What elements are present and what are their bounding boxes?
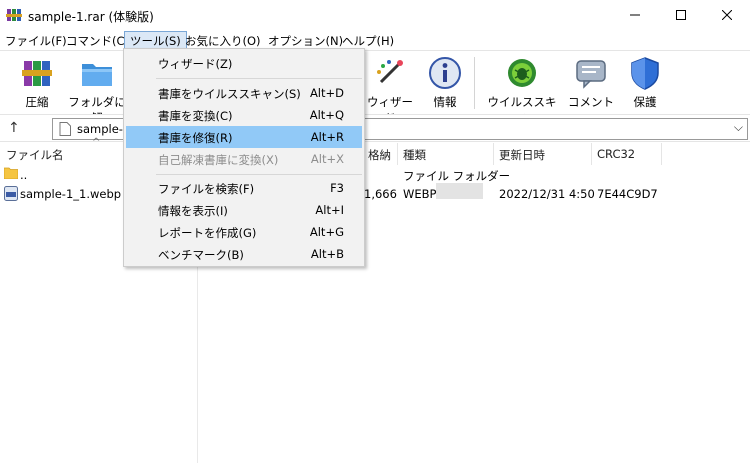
file-name: .. xyxy=(20,168,28,182)
column-header-type[interactable]: 種類 xyxy=(397,143,493,165)
comment-icon xyxy=(574,56,608,90)
add-button[interactable]: 圧縮 xyxy=(12,53,62,113)
info-icon xyxy=(428,56,462,90)
menu-item-convert[interactable]: 書庫を変換(C) Alt+Q xyxy=(126,104,362,126)
menu-item-label: 情報を表示(I) xyxy=(158,204,228,218)
menu-item-convert-sfx: 自己解凍書庫に変換(X) Alt+X xyxy=(126,148,362,170)
file-type: ファイル フォルダー xyxy=(403,169,511,183)
column-header-size[interactable]: 格納 xyxy=(362,143,396,165)
chevron-down-icon[interactable]: ⌵ xyxy=(734,120,743,135)
up-arrow-icon[interactable]: ↑ xyxy=(8,120,28,138)
menu-item-label: ウィザード(Z) xyxy=(158,57,233,71)
menu-item-shortcut: Alt+D xyxy=(309,86,344,100)
menu-item-benchmark[interactable]: ベンチマーク(B) Alt+B xyxy=(126,243,362,265)
winrar-app-icon[interactable] xyxy=(6,7,22,23)
menu-item-label: 書庫を変換(C) xyxy=(158,109,233,123)
menu-options[interactable]: オプション(N) xyxy=(265,31,346,49)
file-modified: 2022/12/31 4:50 xyxy=(499,187,595,201)
virus-scan-button[interactable]: ウイルススキャン xyxy=(482,53,562,125)
extract-to-button[interactable]: フォルダに解 xyxy=(66,53,128,125)
menu-item-shortcut: Alt+R xyxy=(310,130,344,144)
minimize-icon xyxy=(630,14,640,16)
menu-item-wizard[interactable]: ウィザード(Z) xyxy=(126,52,362,74)
wizard-button[interactable]: ウィザード xyxy=(364,53,416,125)
file-name: sample-1_1.webp xyxy=(20,187,122,201)
folder-icon xyxy=(80,56,114,90)
menu-item-label: 書庫を修復(R) xyxy=(158,131,233,145)
menu-command[interactable]: コマンド(C) xyxy=(63,31,132,49)
info-button[interactable]: 情報 xyxy=(424,53,466,113)
column-header-crc[interactable]: CRC32 xyxy=(591,143,661,165)
column-divider xyxy=(661,143,662,165)
file-type: WEBP xyxy=(403,187,437,201)
menu-item-label: 書庫をウイルススキャン(S) xyxy=(158,87,301,101)
file-crc: 7E44C9D7 xyxy=(597,187,658,201)
menu-file[interactable]: ファイル(F) xyxy=(2,31,70,49)
document-icon xyxy=(59,122,71,136)
menu-item-label: 自己解凍書庫に変換(X) xyxy=(158,153,279,167)
menu-tools[interactable]: ツール(S) xyxy=(124,31,187,49)
close-button[interactable] xyxy=(704,0,750,30)
menu-item-label: レポートを作成(G) xyxy=(158,226,257,240)
address-bar: ↑ sample-1 ⌵ xyxy=(0,114,750,142)
menu-item-shortcut: F3 xyxy=(330,181,344,195)
wizard-wand-icon xyxy=(373,56,407,90)
toolbar-separator xyxy=(474,57,475,109)
virus-scan-icon xyxy=(505,56,539,90)
window-title: sample-1.rar (体験版) xyxy=(28,10,154,24)
sort-arrow-icon: ^ xyxy=(92,137,101,148)
menu-item-label: ベンチマーク(B) xyxy=(158,248,244,262)
webp-file-icon xyxy=(4,186,18,201)
menu-item-report[interactable]: レポートを作成(G) Alt+G xyxy=(126,221,362,243)
info-label: 情報 xyxy=(433,95,457,109)
menu-item-label: ファイルを検索(F) xyxy=(158,182,255,196)
menu-item-repair[interactable]: 書庫を修復(R) Alt+R xyxy=(126,126,362,148)
column-header-modified[interactable]: 更新日時 xyxy=(493,143,591,165)
menu-item-find-files[interactable]: ファイルを検索(F) F3 xyxy=(126,177,362,199)
protect-button[interactable]: 保護 xyxy=(624,53,666,113)
maximize-icon xyxy=(676,10,686,20)
menu-help[interactable]: ヘルプ(H) xyxy=(339,31,397,49)
menu-item-shortcut: Alt+Q xyxy=(309,108,344,122)
menu-item-shortcut: Alt+X xyxy=(310,152,344,166)
add-label: 圧縮 xyxy=(25,95,49,109)
maximize-button[interactable] xyxy=(658,0,704,30)
tools-dropdown-menu: ウィザード(Z) 書庫をウイルススキャン(S) Alt+D 書庫を変換(C) A… xyxy=(123,48,365,267)
menu-item-show-info[interactable]: 情報を表示(I) Alt+I xyxy=(126,199,362,221)
comment-label: コメント xyxy=(568,95,614,109)
file-size: 1,666 xyxy=(364,187,397,201)
menu-separator xyxy=(156,174,362,175)
folder-icon xyxy=(4,167,18,179)
blurred-text xyxy=(436,183,483,199)
menu-bar: ファイル(F) コマンド(C) ツール(S) お気に入り(O) オプション(N)… xyxy=(0,30,750,49)
minimize-button[interactable] xyxy=(612,0,658,30)
menu-item-shortcut: Alt+G xyxy=(309,225,344,239)
column-header-name[interactable]: ファイル名 xyxy=(0,143,120,165)
protect-label: 保護 xyxy=(633,95,657,109)
menu-item-virus-scan[interactable]: 書庫をウイルススキャン(S) Alt+D xyxy=(126,82,362,104)
toolbar: 圧縮 フォルダに解 ウィザード xyxy=(0,50,750,125)
menu-item-shortcut: Alt+B xyxy=(310,247,344,261)
shield-icon xyxy=(628,56,662,90)
comment-button[interactable]: コメント xyxy=(568,53,614,113)
close-icon xyxy=(722,10,732,20)
menu-item-shortcut: Alt+I xyxy=(315,203,344,217)
title-bar: sample-1.rar (体験版) xyxy=(0,0,750,30)
menu-favorites[interactable]: お気に入り(O) xyxy=(182,31,264,49)
menu-separator xyxy=(156,78,362,79)
archive-books-icon xyxy=(20,56,54,90)
